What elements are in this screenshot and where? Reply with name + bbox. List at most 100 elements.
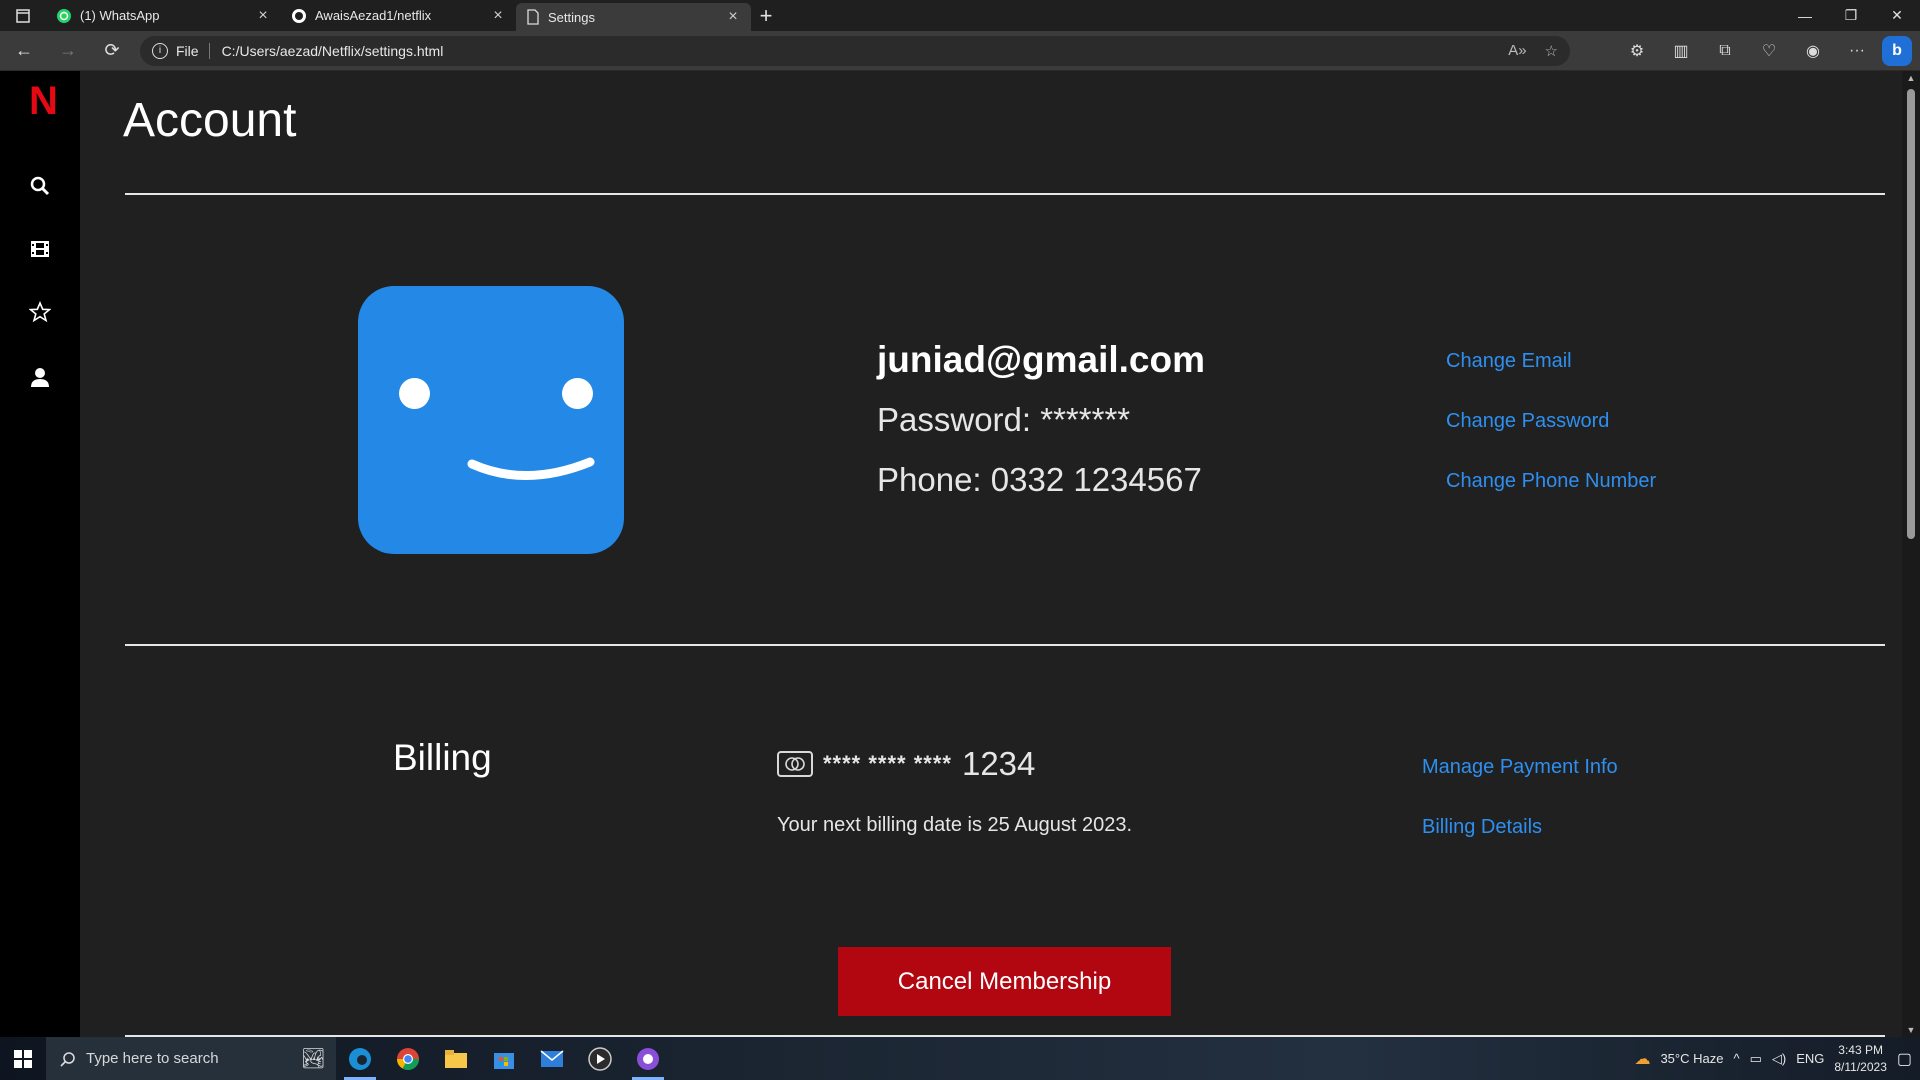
change-phone-link[interactable]: Change Phone Number bbox=[1446, 470, 1656, 493]
chrome-app[interactable] bbox=[384, 1037, 432, 1080]
chevron-up-icon[interactable]: ^ bbox=[1733, 1051, 1739, 1066]
user-icon[interactable] bbox=[25, 362, 55, 392]
star-icon[interactable] bbox=[25, 297, 55, 327]
tab-actions-button[interactable] bbox=[0, 0, 46, 31]
back-button[interactable]: ← bbox=[4, 33, 44, 69]
more-menu-icon[interactable]: ··· bbox=[1838, 35, 1876, 67]
bing-copilot-icon[interactable]: b bbox=[1882, 35, 1912, 66]
close-window-button[interactable]: ✕ bbox=[1874, 0, 1920, 31]
avatar-eye-right bbox=[562, 378, 593, 409]
card-info: **** **** **** 1234 bbox=[777, 745, 1035, 783]
search-icon bbox=[60, 1051, 75, 1067]
close-icon[interactable]: × bbox=[255, 7, 271, 25]
performance-icon[interactable]: ♡ bbox=[1750, 35, 1788, 67]
scheme-label: File bbox=[176, 42, 199, 59]
volume-icon[interactable]: ◁) bbox=[1772, 1051, 1786, 1067]
account-main: Account juniad@gmail.com Password: *****… bbox=[80, 71, 1902, 1037]
tab-settings[interactable]: Settings × bbox=[516, 3, 751, 31]
taskbar-search[interactable]: Type here to search 🏞 bbox=[46, 1037, 336, 1080]
file-explorer-app[interactable] bbox=[432, 1037, 480, 1080]
tab-label: Settings bbox=[548, 9, 595, 25]
language-indicator[interactable]: ENG bbox=[1796, 1051, 1824, 1066]
edge-app[interactable] bbox=[336, 1037, 384, 1080]
address-bar[interactable]: i File C:/Users/aezad/Netflix/settings.h… bbox=[140, 35, 1570, 66]
scroll-up-icon[interactable]: ▲ bbox=[1906, 73, 1916, 83]
extensions-icon[interactable]: ⚙ bbox=[1618, 35, 1656, 67]
favorite-star-icon[interactable]: ☆ bbox=[1545, 42, 1558, 60]
tab-actions-icon bbox=[16, 8, 30, 23]
store-app[interactable] bbox=[480, 1037, 528, 1080]
windows-icon bbox=[14, 1049, 32, 1068]
clock-time: 3:43 PM bbox=[1838, 1042, 1883, 1057]
tab-label: AwaisAezad1/netflix bbox=[315, 8, 432, 23]
github-desktop-app[interactable] bbox=[624, 1037, 672, 1080]
netflix-logo[interactable]: N bbox=[29, 79, 58, 124]
page-viewport: N Account juniad@gmail.com Password: ***… bbox=[0, 71, 1920, 1037]
search-icon[interactable] bbox=[25, 171, 55, 201]
weather-icon[interactable]: ☁ bbox=[1634, 1049, 1650, 1069]
avatar-smile bbox=[467, 457, 595, 480]
profile-avatar[interactable]: ◉ bbox=[1794, 35, 1832, 67]
whatsapp-icon bbox=[57, 8, 71, 23]
cancel-membership-button[interactable]: Cancel Membership bbox=[838, 947, 1171, 1016]
info-icon[interactable]: i bbox=[152, 42, 168, 59]
divider bbox=[208, 42, 210, 59]
new-tab-button[interactable]: + bbox=[751, 1, 781, 31]
avatar bbox=[358, 286, 624, 554]
next-billing-date: Your next billing date is 25 August 2023… bbox=[777, 814, 1133, 836]
windows-start-button[interactable] bbox=[0, 1037, 46, 1080]
close-icon[interactable]: × bbox=[725, 8, 741, 26]
url-text[interactable]: C:/Users/aezad/Netflix/settings.html bbox=[222, 43, 1491, 59]
github-desktop-icon bbox=[637, 1047, 659, 1070]
tab-github[interactable]: AwaisAezad1/netflix × bbox=[281, 0, 516, 31]
address-toolbar: ← → ⟳ i File C:/Users/aezad/Netflix/sett… bbox=[0, 31, 1920, 71]
sidebar: N bbox=[0, 71, 80, 1037]
account-password: Password: ******* bbox=[877, 401, 1131, 438]
media-player-app[interactable] bbox=[576, 1037, 624, 1080]
notification-icon[interactable]: ▢ bbox=[1897, 1049, 1912, 1069]
folder-icon bbox=[445, 1049, 467, 1068]
edge-icon bbox=[349, 1047, 371, 1070]
browser-toolbar: ⚙ ▥ ⧉ ♡ ◉ ··· b bbox=[1618, 35, 1912, 67]
network-icon[interactable]: ▭ bbox=[1750, 1051, 1762, 1067]
scrollbar[interactable]: ▲ ▼ bbox=[1902, 71, 1920, 1037]
tab-label: (1) WhatsApp bbox=[80, 8, 160, 23]
scroll-down-icon[interactable]: ▼ bbox=[1906, 1025, 1916, 1035]
refresh-button[interactable]: ⟳ bbox=[92, 33, 132, 69]
change-email-link[interactable]: Change Email bbox=[1446, 350, 1572, 373]
store-icon bbox=[494, 1052, 514, 1069]
window-controls: — ❐ ✕ bbox=[1782, 0, 1920, 31]
page-icon bbox=[527, 9, 539, 25]
credit-card-icon bbox=[777, 751, 813, 777]
change-password-link[interactable]: Change Password bbox=[1446, 410, 1609, 433]
manage-payment-link[interactable]: Manage Payment Info bbox=[1422, 756, 1618, 779]
collections-icon[interactable]: ⧉ bbox=[1706, 35, 1744, 67]
scroll-thumb[interactable] bbox=[1907, 89, 1915, 539]
billing-details-link[interactable]: Billing Details bbox=[1422, 816, 1542, 839]
search-highlight-icon: 🏞 bbox=[300, 1048, 326, 1070]
avatar-eye-left bbox=[399, 378, 430, 409]
weather-text[interactable]: 35°C Haze bbox=[1660, 1051, 1723, 1066]
clock[interactable]: 3:43 PM 8/11/2023 bbox=[1834, 1042, 1887, 1076]
split-screen-icon[interactable]: ▥ bbox=[1662, 35, 1700, 67]
billing-title: Billing bbox=[393, 737, 492, 778]
card-last4: 1234 bbox=[961, 745, 1036, 782]
clock-date: 8/11/2023 bbox=[1834, 1059, 1887, 1074]
browser-tab-bar: (1) WhatsApp × AwaisAezad1/netflix × Set… bbox=[0, 0, 1920, 31]
minimize-button[interactable]: — bbox=[1782, 0, 1828, 31]
account-phone: Phone: 0332 1234567 bbox=[877, 461, 1202, 498]
mail-icon bbox=[540, 1049, 564, 1067]
chrome-icon bbox=[397, 1047, 419, 1070]
film-icon[interactable] bbox=[25, 234, 55, 264]
play-icon bbox=[588, 1046, 612, 1071]
search-placeholder: Type here to search bbox=[86, 1050, 219, 1067]
forward-button[interactable]: → bbox=[48, 33, 88, 69]
close-icon[interactable]: × bbox=[490, 7, 506, 25]
read-aloud-icon[interactable]: A» bbox=[1508, 42, 1526, 59]
tab-whatsapp[interactable]: (1) WhatsApp × bbox=[46, 0, 281, 31]
card-mask: **** **** **** bbox=[823, 751, 952, 776]
divider bbox=[125, 193, 1885, 195]
mail-app[interactable] bbox=[528, 1037, 576, 1080]
restore-button[interactable]: ❐ bbox=[1828, 0, 1874, 31]
page-title: Account bbox=[123, 94, 297, 147]
